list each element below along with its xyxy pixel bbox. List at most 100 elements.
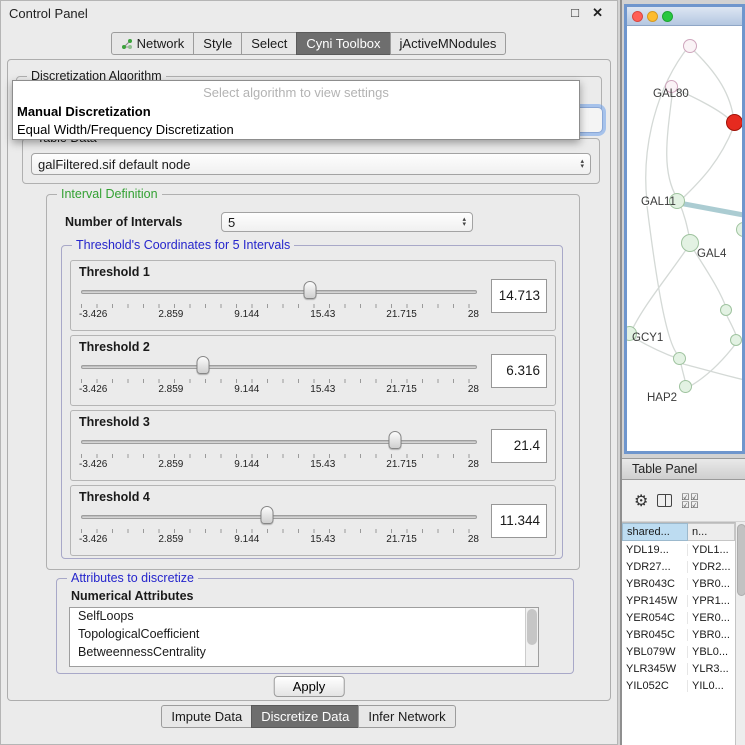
scale-label: -3.426 — [79, 384, 107, 395]
scrollbar-thumb[interactable] — [737, 524, 745, 596]
network-node[interactable] — [720, 304, 732, 316]
attributes-group-label: Attributes to discretize — [67, 571, 198, 585]
table-cell[interactable]: YDL19... — [622, 544, 688, 556]
spinner-down-icon: ▾ — [580, 164, 584, 169]
network-node[interactable] — [679, 380, 692, 393]
table-cell[interactable]: YIL052C — [622, 680, 688, 692]
table-cell[interactable]: YPR145W — [622, 595, 688, 607]
dropdown-option-manual[interactable]: Manual Discretization — [13, 103, 579, 121]
network-icon — [121, 38, 133, 50]
close-icon[interactable]: ✕ — [592, 5, 603, 21]
threshold-slider[interactable] — [79, 280, 479, 304]
tab-discretize-data[interactable]: Discretize Data — [251, 705, 359, 728]
network-node[interactable] — [673, 352, 686, 365]
checkbox-icons[interactable]: ☑ ☑ ☑ ☑ — [681, 493, 698, 509]
scrollbar-thumb[interactable] — [527, 609, 537, 645]
dropdown-option-equal-width[interactable]: Equal Width/Frequency Discretization — [13, 121, 579, 139]
scale-label: 2.859 — [158, 309, 183, 320]
threshold-value-field[interactable]: 14.713 — [491, 279, 547, 313]
list-item[interactable]: TopologicalCoefficient — [70, 626, 538, 644]
table-cell[interactable]: YLR345W — [622, 663, 688, 675]
table-cell[interactable]: YBL0... — [688, 646, 735, 658]
table-cell[interactable]: YBR0... — [688, 629, 735, 641]
list-scrollbar[interactable] — [525, 608, 538, 666]
network-node[interactable] — [730, 334, 742, 346]
slider-track[interactable] — [81, 440, 477, 444]
slider-ticks — [81, 454, 477, 458]
table-panel: Table Panel ⚙ ☑ ☑ ☑ ☑ shared... n... YDL… — [622, 458, 745, 745]
cyni-toolbox-panel: Discretization Algorithm Select algorith… — [7, 59, 611, 701]
table-data-group: Table Data galFiltered.sif default node … — [22, 138, 600, 184]
table-header-row: shared... n... — [622, 523, 735, 541]
tab-infer-network[interactable]: Infer Network — [358, 705, 455, 728]
table-cell[interactable]: YDR2... — [688, 561, 735, 573]
tab-cyni-toolbox[interactable]: Cyni Toolbox — [296, 32, 390, 55]
network-node-selected[interactable] — [726, 114, 742, 131]
table-scrollbar[interactable] — [735, 522, 745, 745]
close-traffic-light-icon[interactable] — [632, 11, 643, 22]
number-of-intervals-select[interactable]: 5 ▴ ▾ — [221, 212, 473, 232]
tab-select[interactable]: Select — [241, 32, 297, 55]
table-cell[interactable]: YLR3... — [688, 663, 735, 675]
table-cell[interactable]: YIL0... — [688, 680, 735, 692]
gear-icon[interactable]: ⚙ — [634, 491, 648, 511]
slider-track[interactable] — [81, 365, 477, 369]
attributes-list: SelfLoops TopologicalCoefficient Between… — [69, 607, 539, 667]
threshold-value-field[interactable]: 21.4 — [491, 429, 547, 463]
column-header-shared-name[interactable]: shared... — [622, 523, 688, 541]
slider-thumb[interactable] — [389, 431, 402, 449]
network-canvas[interactable]: GAL80 GAL11 GAL4 GCY1 HAP2 — [627, 26, 742, 451]
network-node[interactable] — [683, 39, 697, 53]
zoom-traffic-light-icon[interactable] — [662, 11, 673, 22]
spinner-icon: ▴ ▾ — [462, 217, 466, 227]
threshold-value-field[interactable]: 6.316 — [491, 354, 547, 388]
threshold-slider[interactable] — [79, 430, 479, 454]
table-cell[interactable]: YER054C — [622, 612, 688, 624]
scale-label: 9.144 — [234, 459, 259, 470]
algorithm-dropdown-popup: Select algorithm to view settings Manual… — [12, 80, 580, 140]
tab-impute-data[interactable]: Impute Data — [161, 705, 252, 728]
apply-button[interactable]: Apply — [274, 676, 345, 697]
float-window-icon[interactable]: □ — [571, 5, 579, 20]
window-title: Control Panel — [9, 6, 88, 21]
columns-icon[interactable] — [657, 494, 672, 507]
minimize-traffic-light-icon[interactable] — [647, 11, 658, 22]
table-row[interactable]: YBR045CYBR0... — [622, 626, 735, 643]
table-cell[interactable]: YER0... — [688, 612, 735, 624]
slider-thumb[interactable] — [303, 281, 316, 299]
table-cell[interactable]: YBR0... — [688, 578, 735, 590]
table-row[interactable]: YER054CYER0... — [622, 609, 735, 626]
bottom-tabs: Impute Data Discretize Data Infer Networ… — [1, 705, 617, 728]
table-row[interactable]: YBR043CYBR0... — [622, 575, 735, 592]
threshold-slider[interactable] — [79, 505, 479, 529]
table-cell[interactable]: YPR1... — [688, 595, 735, 607]
table-row[interactable]: YBL079WYBL0... — [622, 643, 735, 660]
slider-thumb[interactable] — [197, 356, 210, 374]
list-item[interactable]: SelfLoops — [70, 608, 538, 626]
table-cell[interactable]: YBR043C — [622, 578, 688, 590]
tab-jactivemnodules[interactable]: jActiveMNodules — [390, 32, 507, 55]
slider-thumb[interactable] — [261, 506, 274, 524]
list-item[interactable]: BetweennessCentrality — [70, 644, 538, 662]
table-cell[interactable]: YBL079W — [622, 646, 688, 658]
table-cell[interactable]: YDL1... — [688, 544, 735, 556]
column-header-name[interactable]: n... — [688, 523, 735, 541]
table-row[interactable]: YIL052CYIL0... — [622, 677, 735, 694]
table-data-select[interactable]: galFiltered.sif default node ▴ ▾ — [31, 153, 591, 175]
table-row[interactable]: YDR27...YDR2... — [622, 558, 735, 575]
slider-track[interactable] — [81, 290, 477, 294]
table-cell[interactable]: YDR27... — [622, 561, 688, 573]
control-panel-tabs: Network Style Select Cyni Toolbox jActiv… — [1, 32, 617, 55]
tab-style[interactable]: Style — [193, 32, 242, 55]
threshold-slider[interactable] — [79, 355, 479, 379]
table-cell[interactable]: YBR045C — [622, 629, 688, 641]
table-data-selected-value: galFiltered.sif default node — [38, 157, 580, 172]
scale-label: -3.426 — [79, 459, 107, 470]
table-row[interactable]: YPR145WYPR1... — [622, 592, 735, 609]
threshold-value-field[interactable]: 11.344 — [491, 504, 547, 538]
scale-label: 21.715 — [386, 309, 417, 320]
table-row[interactable]: YDL19...YDL1... — [622, 541, 735, 558]
table-row[interactable]: YLR345WYLR3... — [622, 660, 735, 677]
slider-track[interactable] — [81, 515, 477, 519]
tab-network[interactable]: Network — [111, 32, 195, 55]
